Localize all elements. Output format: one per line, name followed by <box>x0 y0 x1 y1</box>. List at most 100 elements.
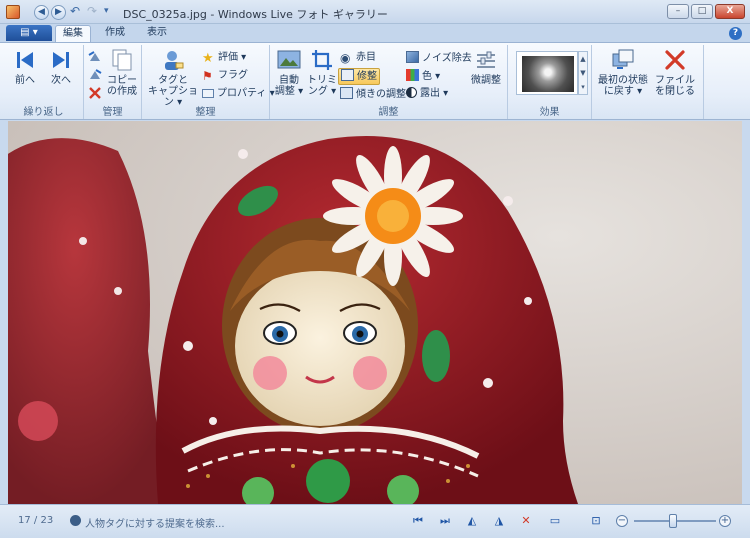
photo-viewer[interactable] <box>8 121 742 504</box>
rotate-right-icon[interactable] <box>88 69 102 81</box>
crop-icon <box>312 50 332 70</box>
photo-matryoshka-dolls <box>8 121 742 504</box>
group-organize: タグと キャプション ▾ ★ 評価 ▾ ⚑ フラグ プロパティ ▾ 整理 <box>142 45 275 119</box>
zoom-in-icon[interactable]: + <box>719 515 731 527</box>
help-icon[interactable]: ? <box>729 27 742 40</box>
redo-icon[interactable]: ↷ <box>87 4 97 18</box>
properties-button[interactable]: プロパティ ▾ <box>202 87 275 101</box>
exposure-label: 露出 ▾ <box>420 88 449 99</box>
group-label-adjust: 調整 <box>378 107 399 118</box>
photo-count: 17 / 23 <box>18 515 54 526</box>
revert-icon <box>612 49 634 69</box>
actual-size-icon[interactable]: ⊡ <box>588 513 604 529</box>
color-icon <box>406 69 419 81</box>
previous-icon <box>17 52 33 68</box>
next-button[interactable]: 次へ <box>44 48 78 86</box>
retouch-label: 修整 <box>357 71 377 82</box>
crop-label-1: トリミ <box>307 75 337 86</box>
ribbon: 前へ 次へ 繰り返し コピー の作成 管理 タグと キャプション ▾ ★ 評価 … <box>0 42 750 120</box>
effect-gallery-scroll[interactable]: ▲ ▼ ▾ <box>578 51 588 95</box>
close-file-label-2: を閉じる <box>655 86 695 97</box>
copy-icon <box>112 49 132 71</box>
person-tag-icon <box>165 51 184 70</box>
group-label-manage: 管理 <box>102 107 123 118</box>
people-tag-suggestion-text: 人物タグに対する提案を検索... <box>85 519 225 530</box>
revert-label-1: 最初の状態 <box>598 75 648 86</box>
status-previous-icon[interactable]: ⏮ <box>410 513 426 529</box>
star-icon: ★ <box>202 51 214 66</box>
status-next-icon[interactable]: ⏭ <box>437 513 453 529</box>
auto-adjust-button[interactable]: 自動 調整 ▾ <box>272 48 306 97</box>
zoom-slider-thumb[interactable] <box>668 514 677 528</box>
straighten-icon <box>340 87 353 99</box>
close-file-icon <box>665 50 685 70</box>
effect-scroll-down-icon[interactable]: ▼ <box>579 66 587 80</box>
exposure-icon <box>406 87 417 98</box>
flag-icon: ⚑ <box>202 69 213 83</box>
delete-icon[interactable] <box>88 87 102 99</box>
group-effects: ▲ ▼ ▾ 効果 <box>508 45 592 119</box>
noise-icon <box>406 51 419 63</box>
exposure-button[interactable]: 露出 ▾ <box>406 87 448 101</box>
copy-label-2: の作成 <box>107 86 137 97</box>
copy-label-1: コピー <box>107 75 137 86</box>
tab-view[interactable]: 表示 <box>140 25 174 42</box>
ribbon-tab-row: ▤ ▾ 編集 作成 表示 ? <box>0 24 750 42</box>
auto-adjust-icon <box>277 50 301 69</box>
people-tag-info-icon <box>70 515 81 526</box>
status-delete-icon[interactable]: ✕ <box>518 513 534 529</box>
color-button[interactable]: 色 ▾ <box>406 69 440 84</box>
status-rotate-left-icon[interactable]: ◭ <box>464 513 480 529</box>
effect-thumbnail-bw[interactable] <box>522 56 574 92</box>
straighten-button[interactable]: 傾きの調整 <box>340 87 406 102</box>
close-file-button[interactable]: ファイル を閉じる <box>654 48 696 97</box>
redeye-button[interactable]: ◉ 赤目 <box>340 51 376 65</box>
tab-create[interactable]: 作成 <box>98 25 132 42</box>
color-label: 色 ▾ <box>422 71 441 82</box>
group-revert: 最初の状態 に戻す ▾ ファイル を閉じる <box>592 45 704 119</box>
status-rotate-right-icon[interactable]: ◮ <box>491 513 507 529</box>
app-menu-button[interactable]: ▤ ▾ <box>6 25 52 41</box>
effect-gallery[interactable] <box>516 51 578 95</box>
revert-button[interactable]: 最初の状態 に戻す ▾ <box>594 48 652 97</box>
next-label: 次へ <box>51 75 71 86</box>
prev-button[interactable]: 前へ <box>8 48 42 86</box>
status-bar: 17 / 23 人物タグに対する提案を検索... ⏮ ⏭ ◭ ◮ ✕ ▭ ⊡ −… <box>0 504 750 538</box>
fine-tune-button[interactable]: 微調整 <box>468 48 504 86</box>
tag-caption-label-1: タグと <box>158 75 188 86</box>
app-icon[interactable] <box>6 5 20 19</box>
copy-button[interactable]: コピー の作成 <box>104 48 140 97</box>
effect-scroll-up-icon[interactable]: ▲ <box>579 52 587 66</box>
slideshow-icon[interactable]: ▭ <box>547 513 563 529</box>
noise-reduction-button[interactable]: ノイズ除去 <box>406 51 472 66</box>
close-button[interactable]: X <box>715 4 745 19</box>
properties-icon <box>202 89 214 98</box>
crop-button[interactable]: トリミ ング ▾ <box>306 48 338 97</box>
auto-adjust-label-1: 自動 <box>279 75 299 86</box>
straighten-label: 傾きの調整 <box>356 89 406 100</box>
crop-label-2: ング ▾ <box>307 86 337 97</box>
forward-icon[interactable]: ▶ <box>51 5 66 20</box>
rating-button[interactable]: ★ 評価 ▾ <box>202 51 246 65</box>
retouch-button[interactable]: 修整 <box>338 68 380 85</box>
group-navigate: 前へ 次へ 繰り返し <box>4 45 84 119</box>
retouch-icon <box>341 69 354 81</box>
maximize-button[interactable]: □ <box>691 4 713 19</box>
properties-label: プロパティ ▾ <box>217 88 275 99</box>
rotate-left-icon[interactable] <box>88 51 102 63</box>
next-icon <box>53 52 69 68</box>
undo-icon[interactable]: ↶ <box>70 4 80 18</box>
quick-access-dropdown-icon[interactable]: ▾ <box>104 6 109 16</box>
minimize-button[interactable]: – <box>667 4 689 19</box>
tab-edit[interactable]: 編集 <box>55 25 91 42</box>
zoom-out-icon[interactable]: − <box>616 515 628 527</box>
tag-caption-button[interactable]: タグと キャプション ▾ <box>144 48 202 108</box>
back-icon[interactable]: ◀ <box>34 5 49 20</box>
group-label-effects: 効果 <box>539 107 560 118</box>
effect-more-icon[interactable]: ▾ <box>579 80 587 94</box>
redeye-label: 赤目 <box>356 52 376 63</box>
noise-label: ノイズ除去 <box>422 53 472 64</box>
auto-adjust-label-2: 調整 ▾ <box>274 86 304 97</box>
prev-label: 前へ <box>15 75 35 86</box>
flag-button[interactable]: ⚑ フラグ <box>202 69 248 83</box>
